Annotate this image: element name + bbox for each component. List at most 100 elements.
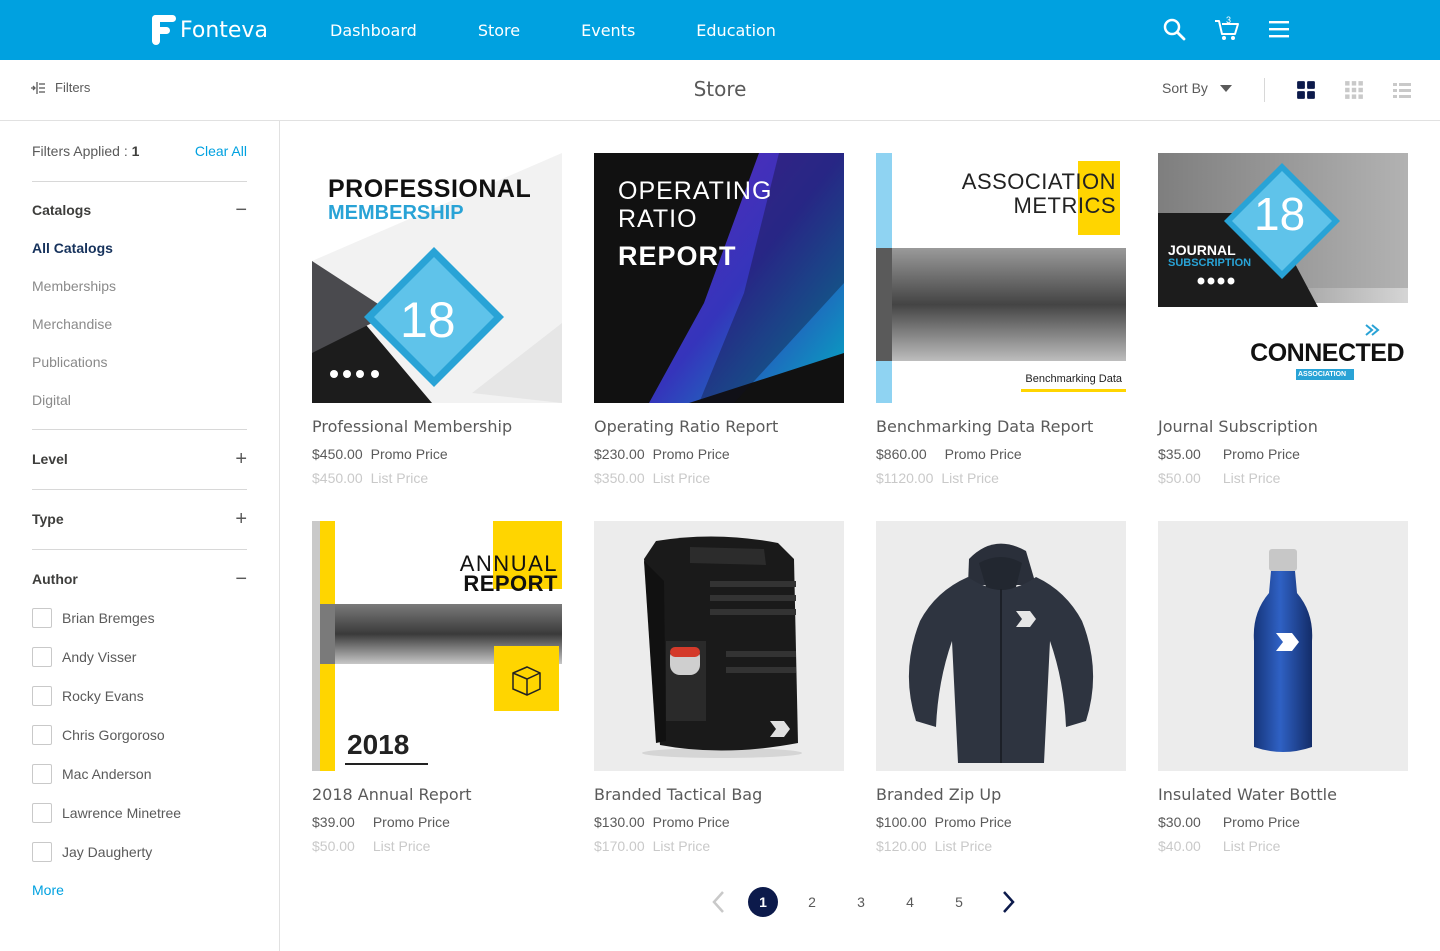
product-name[interactable]: 2018 Annual Report [312,785,562,804]
list-label: List Price [1222,470,1281,486]
nav-events[interactable]: Events [581,21,635,40]
promo-price: $450.00 Promo Price [312,446,562,462]
checkbox[interactable] [32,725,52,745]
product-card[interactable]: Branded Tactical Bag $130.00 Promo Price … [594,521,844,854]
type-title: Type [32,511,64,527]
art-number: 18 [400,292,456,348]
list-price: $50.00 List Price [1158,470,1408,486]
author-checkbox-item[interactable]: Mac Anderson [32,764,152,784]
product-card[interactable]: Insulated Water Bottle $30.00 Promo Price… [1158,521,1408,854]
checkbox[interactable] [32,647,52,667]
cart-count: 3 [1226,15,1232,25]
collapse-icon: − [235,199,247,221]
product-card[interactable]: ANNUAL REPORT 2018 2018 Annual Report $3… [312,521,562,854]
previous-page-button[interactable] [704,887,734,917]
list-price: $40.00 List Price [1158,838,1408,854]
product-card[interactable]: 18 JOURNAL SUBSCRIPTION CONNECTED ASSOCI… [1158,153,1408,486]
filters-toggle-button[interactable]: Filters [30,80,90,95]
promo-label: Promo Price [370,446,448,462]
product-name[interactable]: Journal Subscription [1158,417,1408,436]
clear-all-link[interactable]: Clear All [195,143,247,159]
price-value: $130.00 [594,814,645,830]
product-image[interactable] [876,521,1126,771]
art-tag: ASSOCIATION [1298,371,1347,378]
author-checkbox-item[interactable]: Lawrence Minetree [32,803,181,823]
promo-price: $35.00 Promo Price [1158,446,1408,462]
filters-sidebar: Filters Applied : 1 Clear All Catalogs −… [0,121,280,951]
page-button-5[interactable]: 5 [944,887,974,917]
product-name[interactable]: Branded Tactical Bag [594,785,844,804]
product-name[interactable]: Insulated Water Bottle [1158,785,1408,804]
pagination: 1 2 3 4 5 [704,887,1037,917]
art-heading: CONNECTED [1250,339,1404,367]
fonteva-logo[interactable]: Fonteva [152,15,268,45]
product-image[interactable] [594,521,844,771]
type-section-header[interactable]: Type + [32,508,247,530]
product-name[interactable]: Operating Ratio Report [594,417,844,436]
page-button-4[interactable]: 4 [895,887,925,917]
product-image[interactable]: ASSOCIATION METRICS Benchmarking Data [876,153,1126,403]
search-icon[interactable] [1162,17,1186,41]
author-section-header[interactable]: Author − [32,569,247,589]
small-grid-view-icon[interactable] [1344,80,1364,100]
price-value: $230.00 [594,446,645,462]
catalog-item-memberships[interactable]: Memberships [32,278,116,294]
nav-dashboard[interactable]: Dashboard [330,21,417,40]
checkbox[interactable] [32,608,52,628]
author-checkbox-item[interactable]: Chris Gorgoroso [32,725,165,745]
promo-price: $860.00 Promo Price [876,446,1126,462]
product-image[interactable] [1158,521,1408,771]
list-price: $1120.00 List Price [876,470,1126,486]
product-image[interactable]: 18 JOURNAL SUBSCRIPTION CONNECTED ASSOCI… [1158,153,1408,403]
author-checkbox-item[interactable]: Jay Daugherty [32,842,152,862]
product-image[interactable]: PROFESSIONAL MEMBERSHIP 18 [312,153,562,403]
cart-button[interactable]: 3 [1214,15,1240,42]
author-checkbox-item[interactable]: Rocky Evans [32,686,144,706]
large-grid-view-icon[interactable] [1296,80,1316,100]
art-caption: Benchmarking Data [1025,373,1122,385]
product-card[interactable]: ASSOCIATION METRICS Benchmarking Data Be… [876,153,1126,486]
checkbox[interactable] [32,842,52,862]
nav-store[interactable]: Store [478,21,520,40]
list-view-icon[interactable] [1392,80,1412,100]
page-button-3[interactable]: 3 [846,887,876,917]
checkbox[interactable] [32,764,52,784]
checkbox[interactable] [32,803,52,823]
filters-applied-text: Filters Applied : 1 [32,143,139,159]
product-image[interactable]: OPERATING RATIO REPORT [594,153,844,403]
checkbox[interactable] [32,686,52,706]
product-image[interactable]: ANNUAL REPORT 2018 [312,521,562,771]
art-subtitle: METRICS [1013,193,1116,218]
filters-applied-count: 1 [131,143,140,159]
catalogs-section-header[interactable]: Catalogs − [32,199,247,221]
sort-by-dropdown[interactable]: Sort By [1162,80,1232,96]
list-label: List Price [1222,838,1281,854]
author-checkbox-item[interactable]: Andy Visser [32,647,136,667]
catalog-item-publications[interactable]: Publications [32,354,108,370]
catalog-item-all[interactable]: All Catalogs [32,240,113,256]
product-name[interactable]: Benchmarking Data Report [876,417,1126,436]
author-checkbox-item[interactable]: Brian Bremges [32,608,155,628]
expand-icon: + [235,508,247,530]
product-name[interactable]: Branded Zip Up [876,785,1126,804]
page-button-2[interactable]: 2 [797,887,827,917]
list-value: $450.00 [312,470,363,486]
product-card[interactable]: PROFESSIONAL MEMBERSHIP 18 Professional … [312,153,562,486]
author-name: Brian Bremges [62,610,155,626]
catalog-item-merchandise[interactable]: Merchandise [32,316,112,332]
more-authors-link[interactable]: More [32,882,64,898]
nav-education[interactable]: Education [696,21,776,40]
level-section-header[interactable]: Level + [32,448,247,470]
expand-icon: + [235,448,247,470]
next-page-button[interactable] [993,887,1023,917]
product-name[interactable]: Professional Membership [312,417,562,436]
product-card[interactable]: Branded Zip Up $100.00 Promo Price $120.0… [876,521,1126,854]
list-price: $50.00 List Price [312,838,562,854]
menu-icon[interactable] [1268,19,1290,39]
page-button-1[interactable]: 1 [748,887,778,917]
water-bottle-photo [1158,521,1408,771]
promo-label: Promo Price [1222,446,1300,462]
list-price: $350.00 List Price [594,470,844,486]
catalog-item-digital[interactable]: Digital [32,392,71,408]
product-card[interactable]: OPERATING RATIO REPORT Operating Ratio R… [594,153,844,486]
